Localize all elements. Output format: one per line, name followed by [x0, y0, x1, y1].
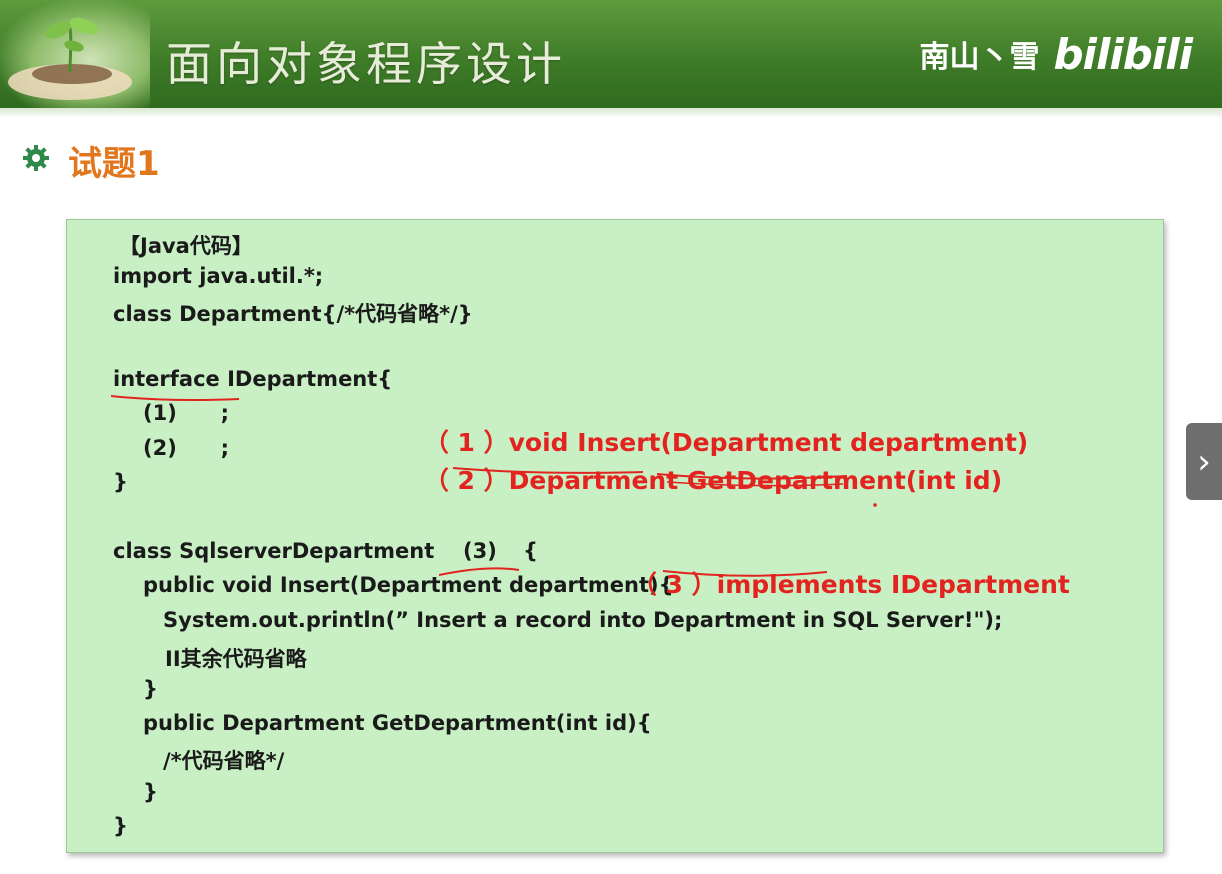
- gear-icon: [23, 145, 49, 171]
- answer-3-number: （ 3 ）: [631, 570, 717, 599]
- header-banner: 面向对象程序设计 南山丶雪 bilibili: [0, 0, 1222, 108]
- next-page-button[interactable]: ›: [1186, 423, 1222, 500]
- answer-2-text: Department GetDepartment(int id): [508, 466, 1003, 495]
- code-line: public Department GetDepartment(int id){: [143, 711, 652, 735]
- banner-divider: [0, 108, 1222, 118]
- code-box: 【Java代码】 import java.util.*; class Depar…: [66, 219, 1164, 853]
- watermark: 南山丶雪 bilibili: [919, 24, 1193, 84]
- plant-in-hand-image: [0, 0, 150, 108]
- code-line: import java.util.*;: [113, 264, 324, 288]
- code-line-blank-3: (3): [463, 539, 497, 563]
- code-line: }: [113, 814, 128, 838]
- chevron-right-icon: ›: [1197, 441, 1211, 482]
- answer-3-text: implements IDepartment: [716, 570, 1070, 599]
- section-title: 试题1: [68, 144, 160, 184]
- code-line: /*代码省略*/: [163, 749, 285, 773]
- watermark-name: 南山丶雪: [919, 40, 1040, 75]
- code-line: class SqlserverDepartment: [113, 539, 435, 563]
- code-line: }: [143, 780, 158, 804]
- answer-2: （ 2 ）Department GetDepartment(int id): [389, 432, 1002, 526]
- code-line-blank-1: (1) ;: [143, 401, 230, 425]
- code-line: 【Java代码】: [119, 234, 253, 258]
- code-line: }: [143, 677, 158, 701]
- answer-3: （ 3 ）implements IDepartment: [597, 536, 1070, 630]
- bilibili-logo: bilibili: [1053, 29, 1193, 79]
- answer-2-number: （ 2 ）: [423, 466, 509, 495]
- code-line: class Department{/*代码省略*/}: [113, 302, 473, 326]
- code-line: {: [523, 539, 538, 563]
- code-line: II其余代码省略: [165, 647, 307, 671]
- code-line: }: [113, 470, 128, 494]
- code-line: public void Insert(Department department…: [143, 573, 674, 597]
- code-line-blank-2: (2) ;: [143, 436, 230, 460]
- page-title: 面向对象程序设计: [166, 37, 566, 91]
- code-line: interface IDepartment{: [113, 367, 393, 391]
